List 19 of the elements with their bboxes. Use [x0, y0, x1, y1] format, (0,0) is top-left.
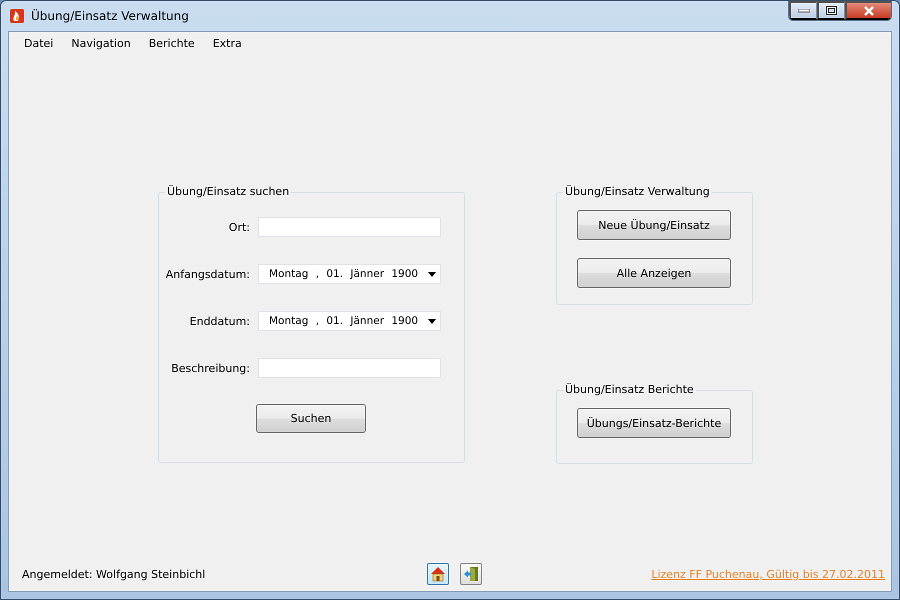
search-button[interactable]: Suchen [256, 404, 366, 433]
field-label: Enddatum: [190, 314, 250, 328]
menu-item[interactable]: Extra [204, 34, 251, 52]
menu-item[interactable]: Datei [15, 34, 62, 52]
field-label: Ort: [228, 220, 250, 234]
window-title: Übung/Einsatz Verwaltung [31, 9, 189, 23]
action-button[interactable]: Übungs/Einsatz-Berichte [577, 408, 731, 438]
action-button[interactable]: Neue Übung/Einsatz [577, 210, 731, 240]
group-title: Übung/Einsatz Berichte [563, 383, 696, 396]
date-picker[interactable]: Montag , 01. Jänner 1900 [258, 264, 441, 284]
date-picker[interactable]: Montag , 01. Jänner 1900 [258, 311, 441, 331]
group-title: Übung/Einsatz Verwaltung [563, 185, 712, 198]
field-label: Beschreibung: [171, 362, 250, 374]
field-label: Anfangsdatum: [166, 268, 250, 280]
logged-in-user: Angemeldet: Wolfgang Steinbichl [22, 568, 206, 580]
action-button[interactable]: Alle Anzeigen [577, 258, 731, 288]
group-title: Übung/Einsatz suchen [165, 185, 292, 198]
menu-item[interactable]: Navigation [62, 34, 140, 52]
menu-item[interactable]: Berichte [140, 34, 204, 52]
